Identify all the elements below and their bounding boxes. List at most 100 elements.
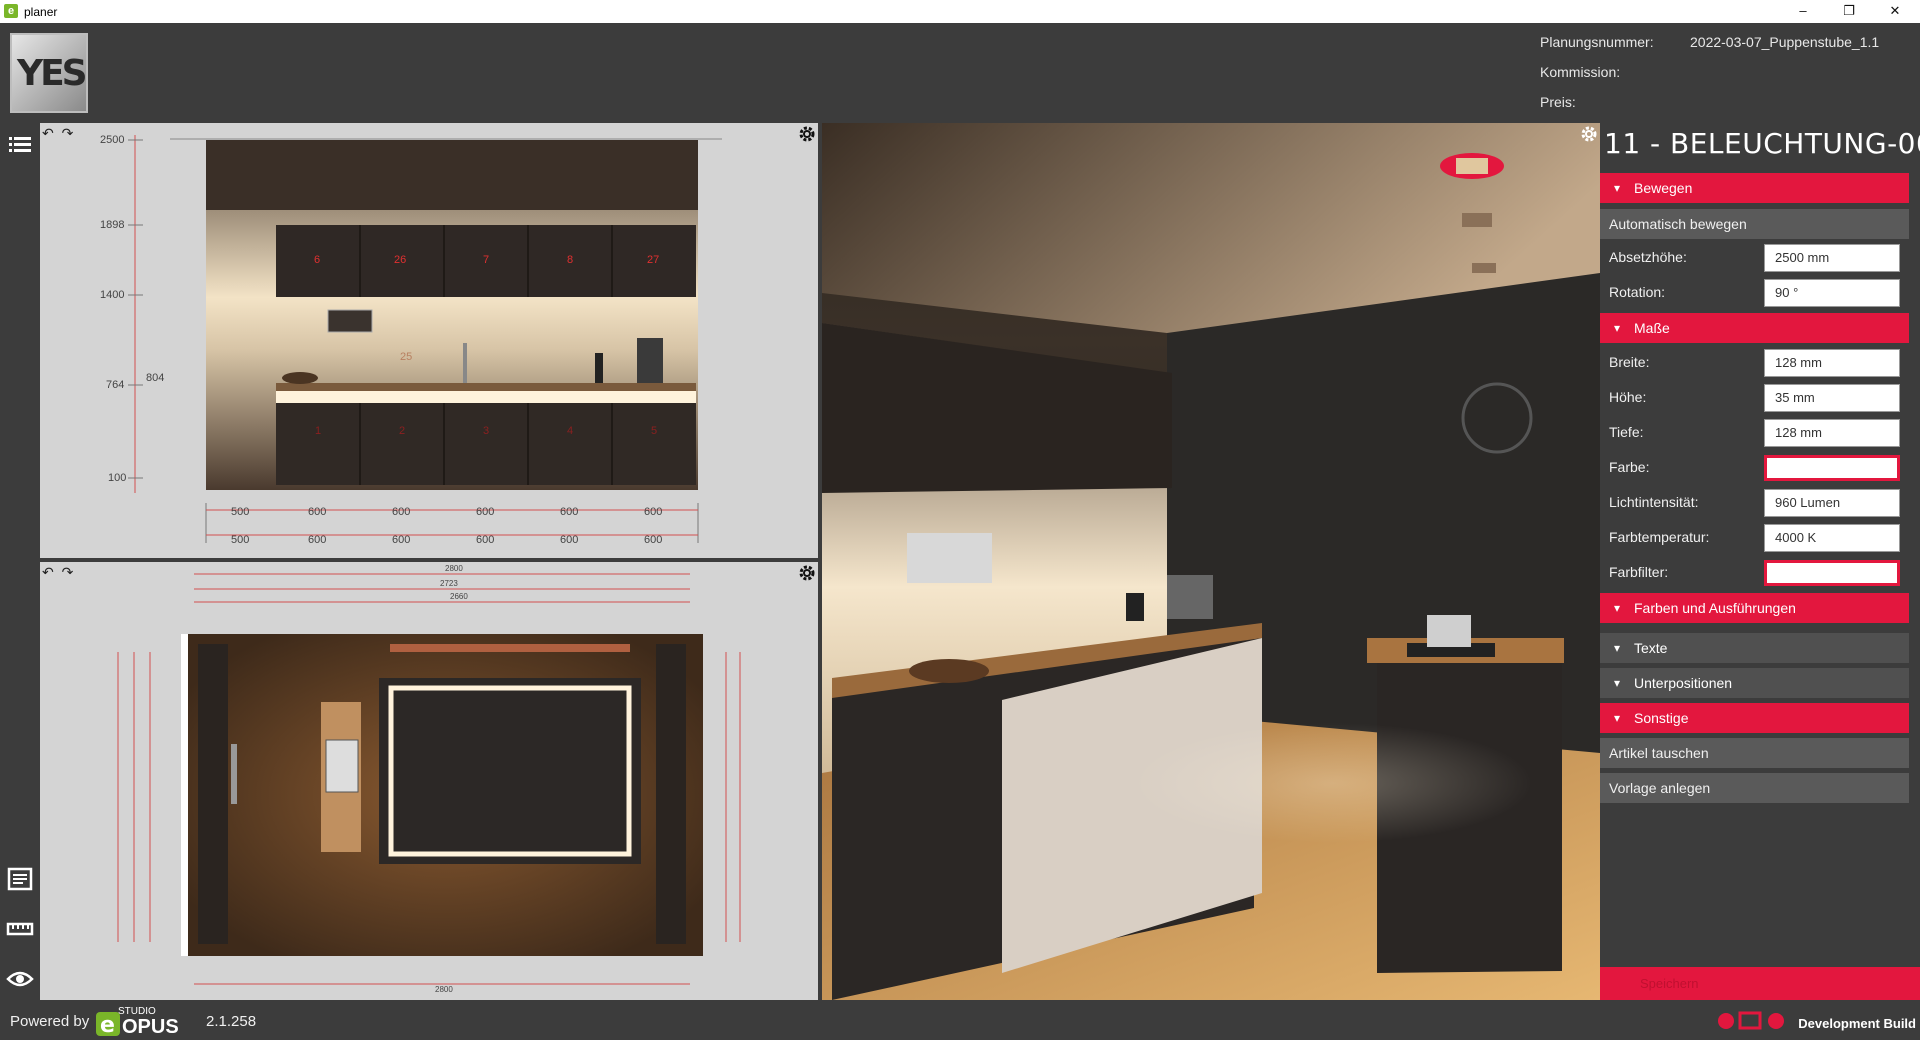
eopus-logo: e STUDIO OPUS [96, 1006, 179, 1036]
width-dimension: 500 [231, 534, 250, 546]
width-dimension: 600 [476, 534, 495, 546]
document-icon[interactable] [6, 866, 34, 892]
vorlage-anlegen-button[interactable]: Vorlage anlegen [1600, 773, 1909, 803]
farbfilter-label: Farbfilter: [1609, 564, 1669, 580]
cabinet-number: 3 [483, 425, 490, 437]
farbtemperatur-label: Farbtemperatur: [1609, 529, 1710, 545]
farbfilter-row: Farbfilter: [1600, 555, 1909, 590]
hoehe-field[interactable]: 35 mm [1764, 384, 1900, 412]
farbtemperatur-row: Farbtemperatur: 4000 K [1600, 520, 1909, 555]
width-dimension: 600 [308, 506, 327, 518]
front-elevation-drawing [128, 135, 722, 543]
farbe-color-picker[interactable] [1764, 455, 1900, 481]
app-icon: e [4, 4, 18, 18]
status-footer: Powered by e STUDIO OPUS 2.1.258 Develop… [0, 1000, 1920, 1040]
chevron-down-icon: ▾ [1614, 321, 1621, 335]
kitchen-render [822, 123, 1600, 1000]
save-button[interactable]: Speichern [1600, 967, 1920, 1000]
farbtemperatur-field[interactable]: 4000 K [1764, 524, 1900, 552]
section-masse[interactable]: ▾ Maße [1600, 313, 1909, 343]
lichtintensitaet-row: Lichtintensität: 960 Lumen [1600, 485, 1909, 520]
restore-button[interactable]: ❐ [1826, 0, 1872, 23]
width-dimension: 600 [392, 534, 411, 546]
dimension-label: 2800 [435, 985, 453, 994]
list-icon[interactable] [6, 131, 34, 157]
floor-plan-view[interactable]: ↶ ↷ 2800 2723 2660 2800 [40, 562, 818, 1000]
dimension-label: 2800 [445, 564, 463, 573]
section-sonstige[interactable]: ▾ Sonstige [1600, 703, 1909, 733]
cabinet-number: 4 [567, 425, 574, 437]
width-dimension: 600 [644, 506, 663, 518]
hoehe-row: Höhe: 35 mm [1600, 380, 1909, 415]
item-number: 25 [400, 351, 413, 363]
rotation-field[interactable]: 90 ° [1764, 279, 1900, 307]
eye-icon[interactable] [6, 966, 34, 992]
planungsnummer-value: 2022-03-07_Puppenstube_1.1 [1690, 34, 1880, 50]
app-header: YES Planungsnummer: 2022-03-07_Puppenstu… [0, 23, 1920, 123]
section-texte[interactable]: ▾ Texte [1600, 633, 1909, 663]
panel-title: 11 - BELEUCHTUNG-002 [1604, 127, 1920, 160]
width-dimension: 600 [476, 506, 495, 518]
cabinet-number: 26 [394, 254, 407, 266]
minimize-button[interactable]: – [1780, 0, 1826, 23]
tiefe-field[interactable]: 128 mm [1764, 419, 1900, 447]
cabinet-number: 7 [483, 254, 490, 266]
farbe-label: Farbe: [1609, 459, 1650, 475]
width-dimension: 600 [560, 506, 579, 518]
cabinet-number: 6 [314, 254, 321, 266]
tiefe-row: Tiefe: 128 mm [1600, 415, 1909, 450]
floor-plan-drawing [117, 573, 741, 985]
breite-field[interactable]: 128 mm [1764, 349, 1900, 377]
absetzhoehe-row: Absetzhöhe: 2500 mm [1600, 240, 1909, 275]
height-mark: 804 [146, 372, 165, 384]
properties-panel: 11 - BELEUCHTUNG-002 ▾ Bewegen Automatis… [1600, 123, 1920, 1000]
absetzhoehe-field[interactable]: 2500 mm [1764, 244, 1900, 272]
rotation-label: Rotation: [1609, 284, 1666, 300]
absetzhoehe-label: Absetzhöhe: [1609, 249, 1687, 265]
height-mark: 764 [106, 379, 125, 391]
cabinet-number: 1 [315, 425, 322, 437]
breite-label: Breite: [1609, 354, 1650, 370]
height-mark: 2500 [100, 134, 125, 146]
auto-move-button[interactable]: Automatisch bewegen [1600, 209, 1909, 239]
window-title: planer [24, 5, 58, 19]
artikel-tauschen-button[interactable]: Artikel tauschen [1600, 738, 1909, 768]
version-label: 2.1.258 [206, 1013, 257, 1030]
gear-icon[interactable] [1580, 125, 1598, 143]
cabinet-number: 8 [567, 254, 574, 266]
section-bewegen[interactable]: ▾ Bewegen [1600, 173, 1909, 203]
ruler-icon[interactable] [6, 916, 34, 942]
dimension-label: 2723 [440, 579, 458, 588]
hoehe-label: Höhe: [1609, 389, 1647, 405]
company-logo: YES [10, 33, 88, 113]
left-toolbar [0, 123, 40, 1000]
window-titlebar: e planer – ❐ ✕ [0, 0, 1920, 23]
width-dimension: 500 [231, 506, 250, 518]
tiefe-label: Tiefe: [1609, 424, 1644, 440]
breite-row: Breite: 128 mm [1600, 345, 1909, 380]
section-unterpositionen[interactable]: ▾ Unterpositionen [1600, 668, 1909, 698]
rotation-row: Rotation: 90 ° [1600, 275, 1909, 310]
chevron-down-icon: ▾ [1614, 641, 1621, 655]
svg-text:e: e [100, 1013, 115, 1036]
3d-perspective-view[interactable] [822, 123, 1600, 1000]
lichtintensitaet-label: Lichtintensität: [1609, 494, 1699, 510]
cabinet-number: 2 [399, 425, 406, 437]
kommission-label: Kommission: [1540, 64, 1621, 80]
planungsnummer-label: Planungsnummer: [1540, 34, 1654, 50]
close-button[interactable]: ✕ [1872, 0, 1918, 23]
width-dimension: 600 [308, 534, 327, 546]
dev-build-label: Development Build [1798, 1016, 1916, 1031]
chevron-down-icon: ▾ [1614, 676, 1621, 690]
chevron-down-icon: ▾ [1614, 601, 1621, 615]
section-farben[interactable]: ▾ Farben und Ausführungen [1600, 593, 1909, 623]
preis-label: Preis: [1540, 94, 1576, 110]
width-dimension: 600 [644, 534, 663, 546]
farbe-row: Farbe: [1600, 450, 1909, 485]
lichtintensitaet-field[interactable]: 960 Lumen [1764, 489, 1900, 517]
cabinet-number: 5 [651, 425, 658, 437]
chevron-down-icon: ▾ [1614, 711, 1621, 725]
farbfilter-color-picker[interactable] [1764, 560, 1900, 586]
front-elevation-view[interactable]: ↶ ↷ 2500 1898 1400 764 804 100 6 26 7 8 … [40, 123, 818, 558]
width-dimension: 600 [392, 506, 411, 518]
